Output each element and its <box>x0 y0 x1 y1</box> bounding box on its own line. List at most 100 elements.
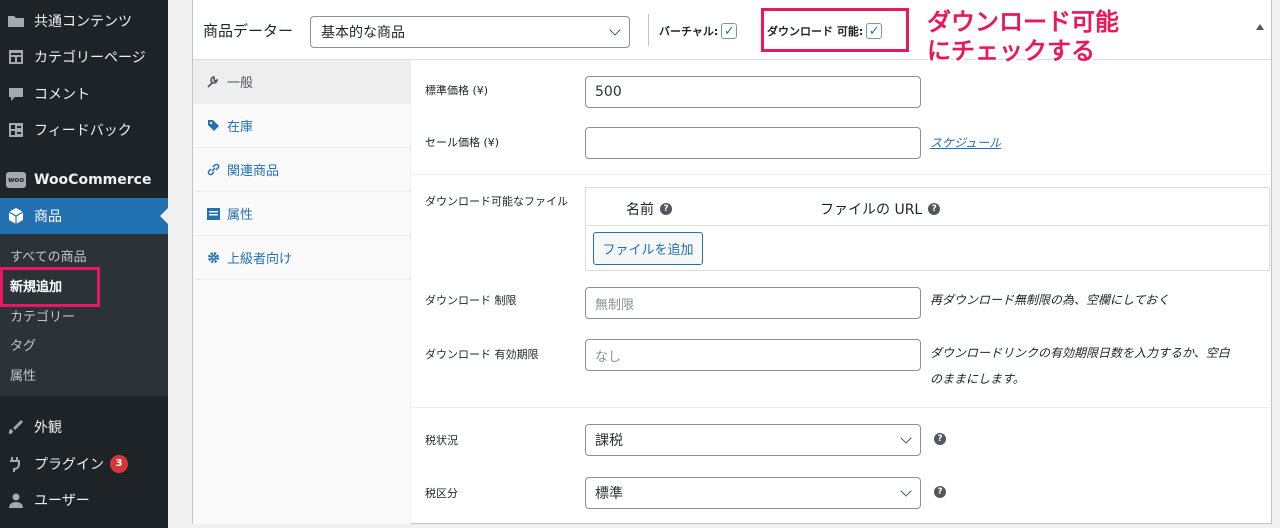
plugin-icon <box>6 454 26 474</box>
product-type-value: 基本的な商品 <box>321 25 405 41</box>
menu-item-feedback[interactable]: フィードバック <box>0 112 168 148</box>
help-icon[interactable]: ? <box>934 486 946 498</box>
calendar-grid-icon <box>6 47 26 67</box>
section-divider <box>411 407 1271 408</box>
submenu-tags[interactable]: タグ <box>10 335 36 354</box>
submenu-categories[interactable]: カテゴリー <box>10 306 75 325</box>
tax-class-value: 標準 <box>595 486 623 502</box>
tab-label: 一般 <box>227 76 254 91</box>
tab-label: 上級者向け <box>227 252 293 267</box>
sale-price-label: セール価格 (¥) <box>425 136 500 149</box>
menu-label: フィードバック <box>34 123 132 139</box>
menu-item-appearance[interactable]: 外観 <box>0 409 168 445</box>
submenu-all-products[interactable]: すべての商品 <box>10 246 87 265</box>
menu-label: WooCommerce <box>34 172 152 188</box>
download-limit-label: ダウンロード 制限 <box>425 294 517 307</box>
menu-label: カテゴリーページ <box>34 50 146 66</box>
menu-item-plugins[interactable]: プラグイン 3 <box>0 446 168 482</box>
help-icon[interactable]: ? <box>934 433 946 445</box>
admin-sidebar: 共通コンテンツ カテゴリーページ コメント フィードバック woo WooCom… <box>0 0 168 528</box>
product-data-title: 商品データー <box>203 22 294 40</box>
download-expiry-description-1: ダウンロードリンクの有効期限日数を入力するか、空白 <box>930 346 1230 360</box>
product-type-select[interactable]: 基本的な商品 <box>310 16 630 48</box>
menu-item-users[interactable]: ユーザー <box>0 482 168 518</box>
download-expiry-description-2: のままにします。 <box>930 372 1025 386</box>
files-table-header: 名前 ? ファイルの URL ? <box>586 188 1269 226</box>
menu-label: 外観 <box>34 420 62 436</box>
files-col-name: 名前 ? <box>626 199 672 219</box>
plugin-update-badge: 3 <box>110 455 128 473</box>
add-file-button[interactable]: ファイルを追加 <box>593 232 703 265</box>
link-icon <box>205 163 221 176</box>
downloadable-files-label: ダウンロード可能なファイル <box>425 195 568 208</box>
product-data-panel: 商品データー 基本的な商品 バーチャル: ✓ ダウンロード 可能: ✓ ダウンロ… <box>192 0 1272 524</box>
regular-price-label: 標準価格 (¥) <box>425 84 489 97</box>
gear-icon <box>205 251 221 264</box>
menu-label: プラグイン <box>34 457 104 473</box>
tab-attributes[interactable]: 属性 <box>193 192 410 236</box>
active-arrow <box>160 208 168 224</box>
menu-label: 商品 <box>34 209 62 225</box>
help-icon[interactable]: ? <box>928 203 941 215</box>
tab-advanced[interactable]: 上級者向け <box>193 236 410 280</box>
menu-label: ユーザー <box>34 493 90 509</box>
product-box-icon <box>6 206 26 226</box>
sale-price-input[interactable] <box>585 127 921 159</box>
virtual-checkbox[interactable]: ✓ <box>721 23 738 39</box>
tax-status-select[interactable]: 課税 <box>585 424 921 456</box>
feedback-icon <box>6 120 26 140</box>
menu-label: 共通コンテンツ <box>34 14 132 30</box>
highlight-box-downloadable <box>761 8 909 52</box>
submenu-attributes[interactable]: 属性 <box>10 365 36 384</box>
menu-item-category-pages[interactable]: カテゴリーページ <box>0 39 168 75</box>
highlight-box-add-new <box>0 267 100 307</box>
menu-label: コメント <box>34 87 90 103</box>
user-icon <box>6 490 26 510</box>
download-limit-description: 再ダウンロード無制限の為、空欄にしておく <box>930 293 1170 307</box>
tax-class-select[interactable]: 標準 <box>585 477 921 509</box>
files-col-url: ファイルの URL ? <box>820 199 941 219</box>
collapse-arrow-icon[interactable] <box>1256 24 1264 30</box>
tab-general[interactable]: 一般 <box>193 60 410 104</box>
header-separator <box>648 14 649 46</box>
annotation-callout: ダウンロード可能 にチェックする <box>927 8 1119 66</box>
menu-item-woocommerce[interactable]: woo WooCommerce <box>0 162 168 198</box>
annotation-line-1: ダウンロード可能 <box>927 8 1119 36</box>
files-col-name-text: 名前 <box>626 202 654 218</box>
menu-item-products[interactable]: 商品 <box>0 198 168 234</box>
download-limit-input[interactable]: 無制限 <box>585 287 921 319</box>
tab-label: 属性 <box>227 208 254 223</box>
products-submenu: すべての商品 新規追加 カテゴリー タグ 属性 <box>0 234 168 396</box>
files-col-url-text: ファイルの URL <box>820 202 923 218</box>
tax-class-label: 税区分 <box>425 487 458 500</box>
menu-item-shared-content[interactable]: 共通コンテンツ <box>0 3 168 39</box>
tab-linked-products[interactable]: 関連商品 <box>193 148 410 192</box>
section-divider <box>411 174 1271 175</box>
help-icon[interactable]: ? <box>660 203 672 215</box>
annotation-line-2: にチェックする <box>927 37 1095 65</box>
download-expiry-label: ダウンロード 有効期限 <box>425 348 539 361</box>
chevron-down-icon <box>609 24 621 36</box>
product-data-tabs: 一般 在庫 関連商品 属性 上級者向け <box>193 60 411 524</box>
downloadable-files-table: 名前 ? ファイルの URL ? ファイルを追加 <box>585 187 1270 271</box>
virtual-checkbox-label[interactable]: バーチャル: ✓ <box>659 23 738 39</box>
menu-item-comments[interactable]: コメント <box>0 76 168 112</box>
chevron-down-icon <box>900 432 912 444</box>
tab-label: 在庫 <box>227 120 254 135</box>
paintbrush-icon <box>6 417 26 437</box>
tax-status-value: 課税 <box>595 433 623 449</box>
list-icon <box>205 207 221 220</box>
woocommerce-icon: woo <box>6 172 26 188</box>
comment-icon <box>6 84 26 104</box>
tag-icon <box>205 119 221 132</box>
chevron-down-icon <box>900 485 912 497</box>
tab-inventory[interactable]: 在庫 <box>193 104 410 148</box>
wrench-icon <box>205 75 221 88</box>
schedule-link[interactable]: スケジュール <box>930 134 1001 151</box>
folder-icon <box>6 11 26 31</box>
tab-label: 関連商品 <box>227 164 280 179</box>
regular-price-input[interactable]: 500 <box>585 76 921 108</box>
virtual-label-text: バーチャル: <box>659 25 719 38</box>
download-expiry-input[interactable]: なし <box>585 339 921 371</box>
tax-status-label: 税状況 <box>425 434 458 447</box>
